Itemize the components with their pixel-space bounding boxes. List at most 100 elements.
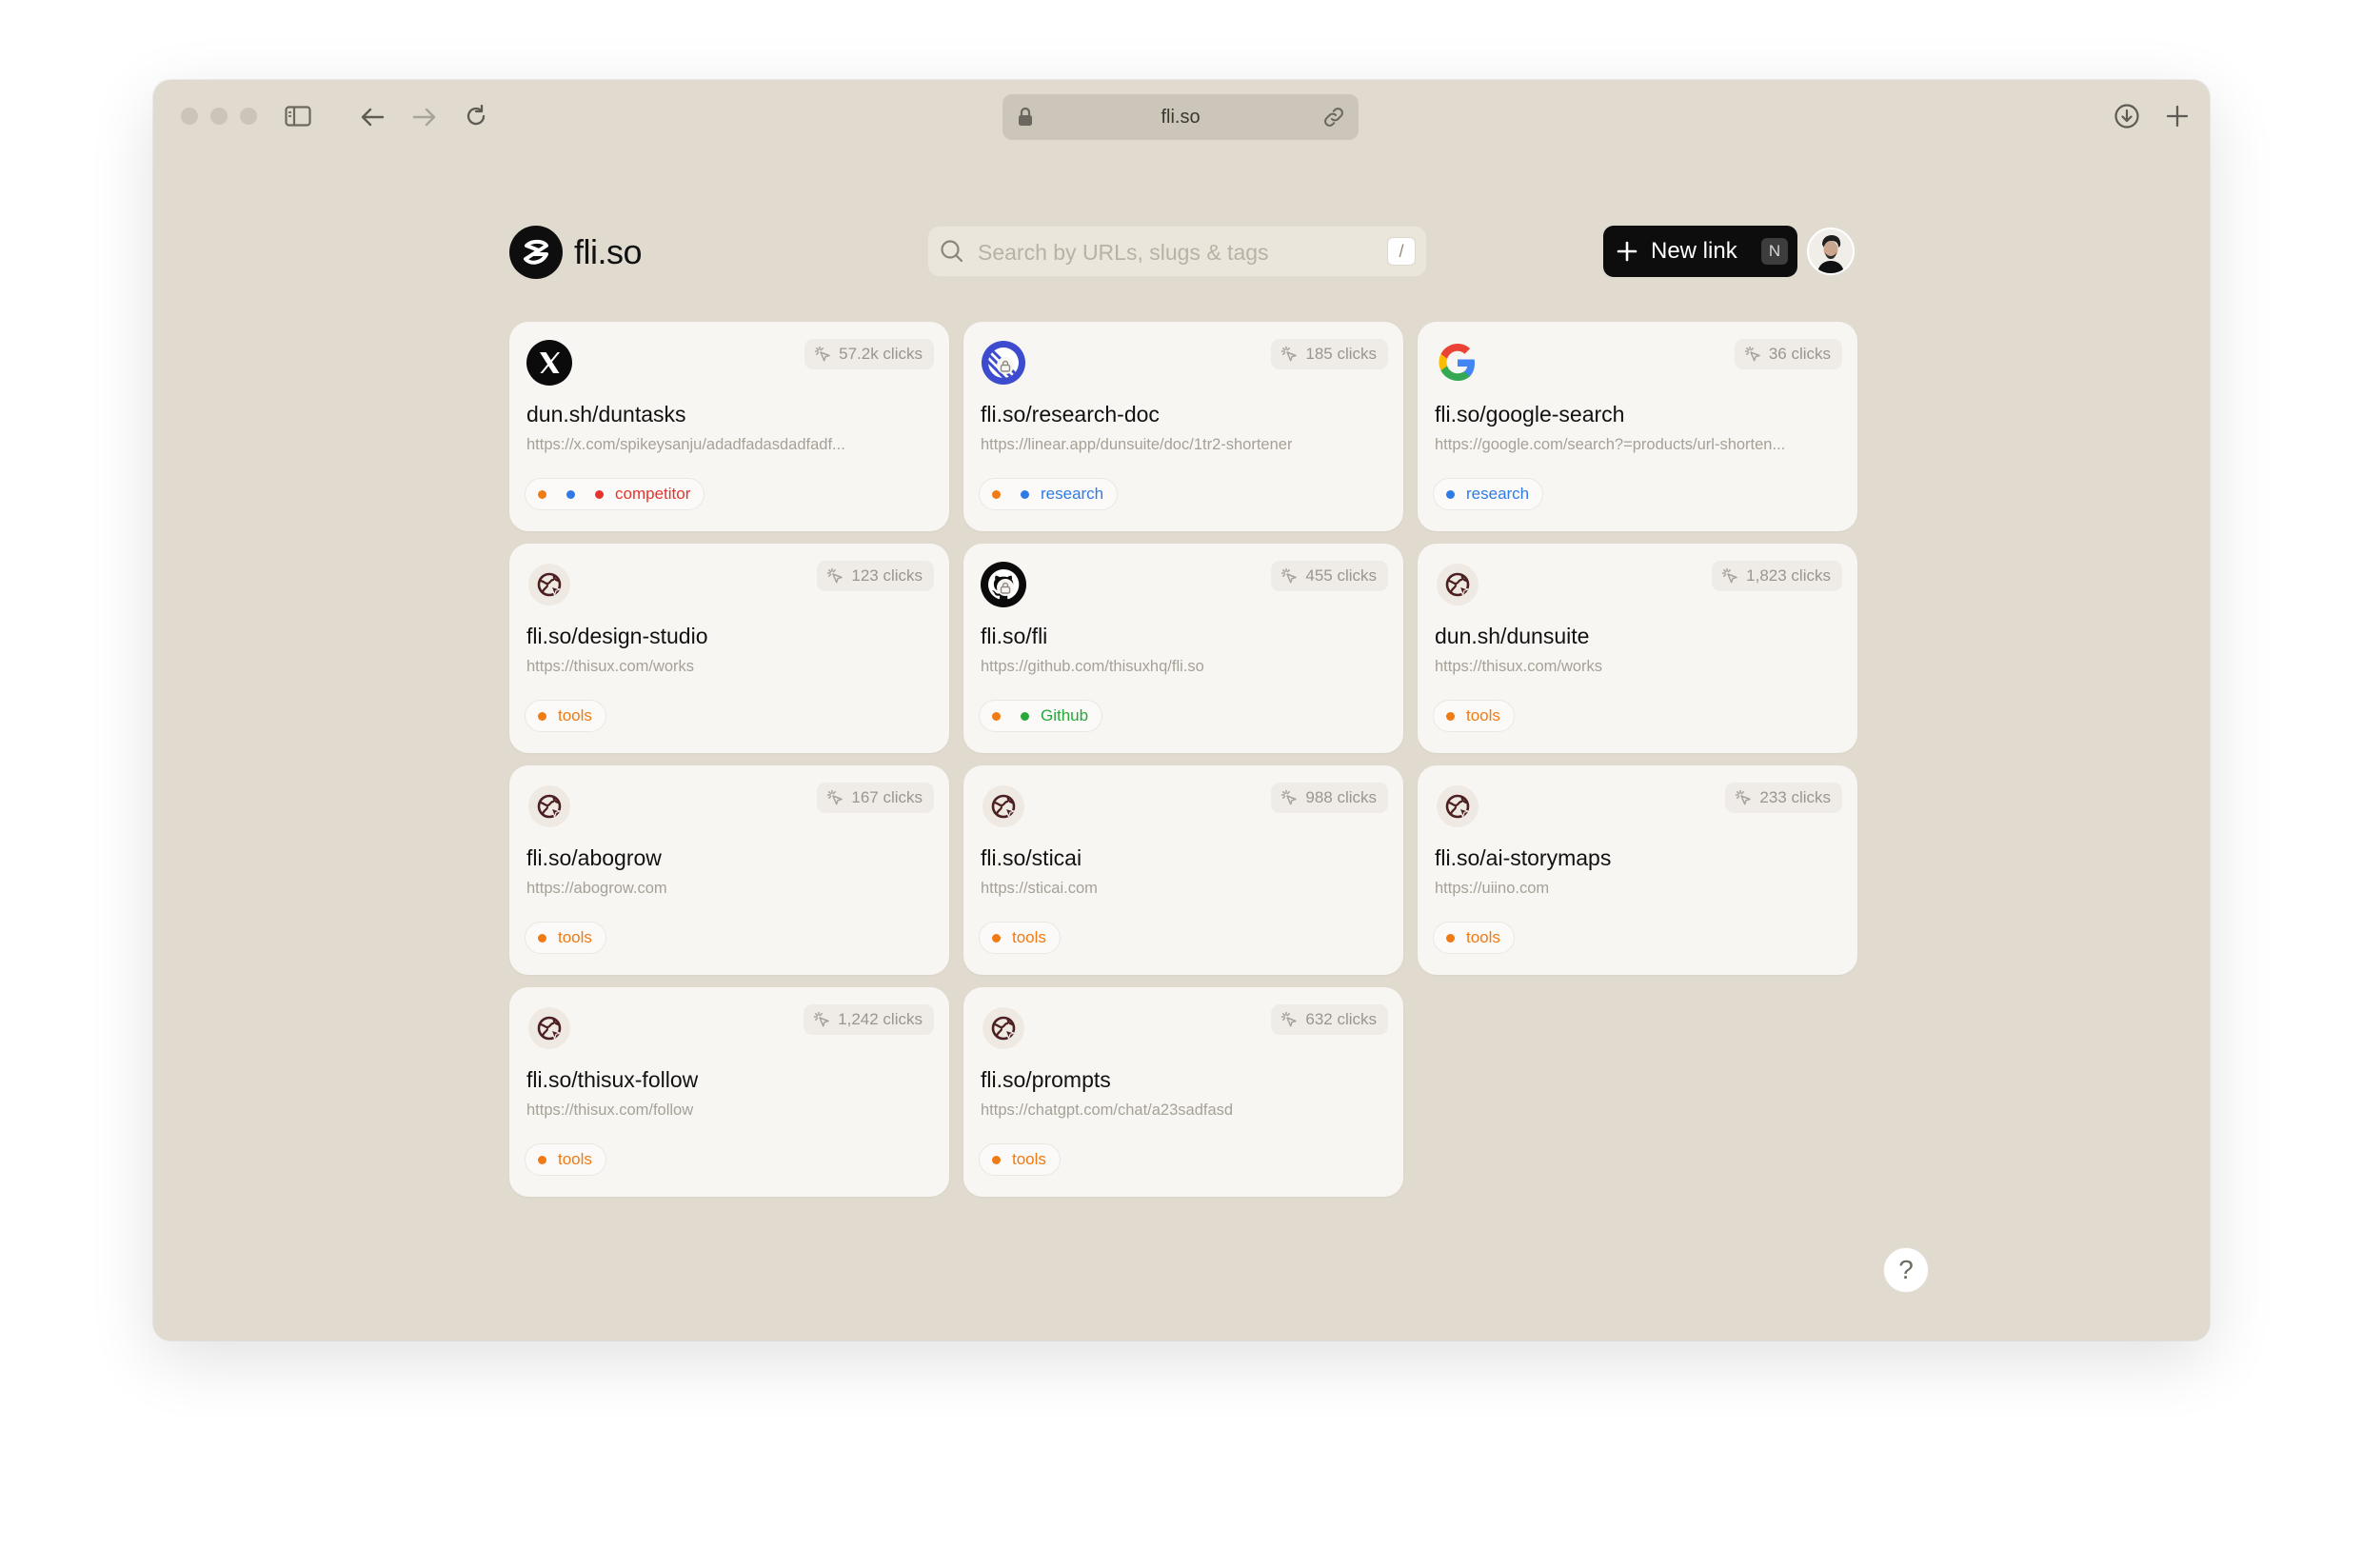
cursor-click-icon [813, 1011, 838, 1028]
short-link-slug[interactable]: fli.so/ai-storymaps [1435, 845, 1611, 871]
destination-url: https://thisux.com/works [1435, 658, 1603, 675]
click-count-badge: 455 clicks [1271, 561, 1388, 591]
link-card[interactable]: 632 clicks fli.so/prompts https://chatgpt.… [963, 987, 1403, 1197]
tag-pill[interactable]: tools [979, 1143, 1061, 1176]
tag-label: Github [1041, 706, 1089, 724]
short-link-slug[interactable]: dun.sh/duntasks [526, 402, 686, 427]
tag-color-dot [1021, 711, 1029, 721]
globe-icon [526, 1004, 573, 1052]
tag-pill[interactable]: tools [1433, 700, 1515, 732]
new-link-shortcut-key: N [1761, 238, 1788, 265]
reload-icon[interactable] [462, 102, 490, 130]
click-count: 185 clicks [1305, 345, 1377, 363]
tag-color-dot [992, 711, 1001, 721]
tag-color-dot [992, 1155, 1001, 1164]
tag-color-dot [1021, 489, 1029, 499]
new-link-label: New link [1651, 238, 1737, 264]
destination-url: https://chatgpt.com/chat/a23sadfasd [981, 1102, 1234, 1119]
click-count: 632 clicks [1305, 1010, 1377, 1028]
short-link-slug[interactable]: fli.so/sticai [981, 845, 1082, 871]
tag-color-dot [538, 1155, 546, 1164]
short-link-slug[interactable]: fli.so/prompts [981, 1067, 1111, 1093]
short-link-slug[interactable]: fli.so/google-search [1435, 402, 1624, 427]
short-link-slug[interactable]: fli.so/research-doc [981, 402, 1160, 427]
short-link-slug[interactable]: fli.so/fli [981, 624, 1047, 649]
link-card[interactable]: 167 clicks fli.so/abogrow https://abogrow.… [509, 765, 949, 975]
help-button[interactable]: ? [1883, 1247, 1929, 1293]
back-arrow-icon[interactable] [358, 103, 387, 131]
tag-color-dot [1446, 933, 1455, 943]
link-card[interactable]: 233 clicks fli.so/ai-storymaps https://uii… [1418, 765, 1857, 975]
globe-icon [1434, 783, 1481, 830]
link-card[interactable]: 1,823 clicks dun.sh/dunsuite https://thisu… [1418, 544, 1857, 753]
short-link-slug[interactable]: fli.so/thisux-follow [526, 1067, 698, 1093]
tag-label: tools [1012, 1150, 1046, 1168]
link-icon[interactable] [1322, 106, 1345, 134]
tag-pill[interactable]: research [1433, 478, 1544, 510]
click-count-badge: 988 clicks [1271, 783, 1388, 813]
link-card[interactable]: 185 clicks fli.so/research-doc https://lin… [963, 322, 1403, 531]
tag-pill[interactable]: tools [525, 1143, 606, 1176]
x-logo-icon [526, 339, 573, 387]
click-count: 36 clicks [1768, 345, 1831, 363]
cursor-click-icon [826, 567, 851, 585]
short-link-slug[interactable]: fli.so/abogrow [526, 845, 662, 871]
tag-label: tools [1012, 928, 1046, 946]
tag-pill[interactable]: tools [525, 700, 606, 732]
window-close-button[interactable] [181, 108, 198, 125]
globe-icon [980, 783, 1027, 830]
link-card[interactable]: 57.2k clicks dun.sh/duntasks https://x.com… [509, 322, 949, 531]
forward-arrow-icon[interactable] [410, 103, 439, 131]
window-minimize-button[interactable] [210, 108, 228, 125]
globe-icon [526, 561, 573, 608]
globe-icon [980, 1004, 1027, 1052]
short-link-slug[interactable]: fli.so/design-studio [526, 624, 708, 649]
window-zoom-button[interactable] [240, 108, 257, 125]
cursor-click-icon [1735, 789, 1759, 806]
tag-pill[interactable]: tools [1433, 922, 1515, 954]
destination-url: https://uiino.com [1435, 880, 1550, 897]
click-count-badge: 57.2k clicks [804, 339, 934, 369]
new-link-button[interactable]: New link N [1603, 226, 1797, 277]
new-tab-plus-icon[interactable] [2163, 102, 2192, 130]
link-card[interactable]: 988 clicks fli.so/sticai https://sticai.co… [963, 765, 1403, 975]
tag-pill[interactable]: competitor [525, 478, 705, 510]
link-card[interactable]: 36 clicks fli.so/google-search https://goo… [1418, 322, 1857, 531]
tag-color-dot [992, 489, 1001, 499]
tag-color-dot [992, 933, 1001, 943]
fli-logo-icon [509, 226, 563, 279]
short-link-slug[interactable]: dun.sh/dunsuite [1435, 624, 1589, 649]
tag-color-dot [538, 933, 546, 943]
click-count-badge: 632 clicks [1271, 1004, 1388, 1035]
tag-label: research [1041, 485, 1104, 503]
destination-url: https://google.com/search?=products/url-… [1435, 436, 1786, 453]
sidebar-toggle-icon[interactable] [283, 102, 313, 130]
cursor-click-icon [1280, 1011, 1305, 1028]
click-count-badge: 233 clicks [1725, 783, 1842, 813]
logo-text: fli.so [574, 232, 643, 271]
destination-url: https://thisux.com/follow [526, 1102, 694, 1119]
click-count-badge: 36 clicks [1734, 339, 1842, 369]
tag-pill[interactable]: research [979, 478, 1119, 510]
search-input[interactable]: Search by URLs, slugs & tags / [928, 227, 1426, 276]
tag-color-dot [566, 489, 575, 499]
click-count: 233 clicks [1759, 788, 1831, 806]
tag-color-dot [1446, 489, 1455, 499]
address-bar[interactable]: fli.so [1002, 94, 1359, 140]
cursor-click-icon [1280, 346, 1305, 363]
user-avatar[interactable] [1807, 228, 1855, 275]
tag-pill[interactable]: tools [525, 922, 606, 954]
app-logo[interactable]: fli.so [509, 226, 643, 279]
tag-pill[interactable]: tools [979, 922, 1061, 954]
click-count-badge: 1,242 clicks [804, 1004, 934, 1035]
cursor-click-icon [1744, 346, 1769, 363]
plus-icon [1617, 241, 1638, 262]
lock-icon [1018, 107, 1033, 133]
link-card[interactable]: 1,242 clicks fli.so/thisux-follow https://… [509, 987, 949, 1197]
download-icon[interactable] [2112, 101, 2142, 131]
tag-pill[interactable]: Github [979, 700, 1103, 732]
tag-color-dot [1446, 711, 1455, 721]
link-card[interactable]: 455 clicks fli.so/fli https://github.com/t… [963, 544, 1403, 753]
destination-url: https://x.com/spikeysanju/adadfadasdadfa… [526, 436, 845, 453]
link-card[interactable]: 123 clicks fli.so/design-studio https://th… [509, 544, 949, 753]
